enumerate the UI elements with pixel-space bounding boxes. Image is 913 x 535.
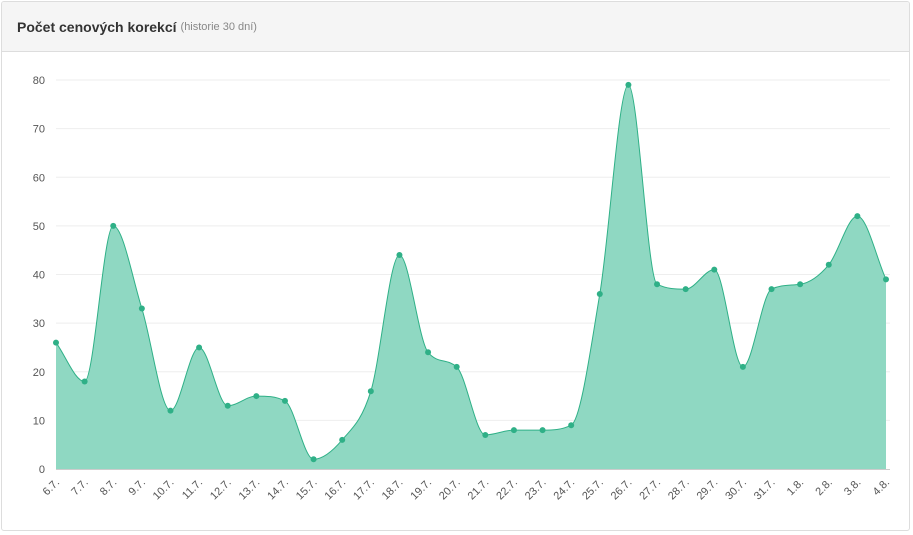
y-tick-label: 40 [33, 270, 45, 282]
x-tick-label: 4.8. [871, 477, 892, 498]
x-tick-label: 15.7. [294, 477, 320, 503]
data-point-11-7[interactable] [196, 344, 203, 351]
x-tick-label: 23.7. [523, 477, 549, 503]
panel-title: Počet cenových korekcí [17, 18, 177, 35]
x-tick-label: 11.7. [180, 477, 205, 502]
data-point-22-7[interactable] [510, 427, 517, 434]
x-tick-label: 16.7. [323, 477, 349, 503]
x-tick-label: 13.7. [237, 477, 263, 503]
x-tick-label: 2.8. [813, 477, 834, 498]
y-tick-label: 0 [39, 464, 45, 476]
x-tick-label: 6.7. [41, 477, 62, 498]
x-tick-label: 24.7. [552, 477, 578, 503]
x-tick-label: 8.7. [98, 477, 119, 498]
data-point-2-8[interactable] [825, 261, 832, 268]
data-point-1-8[interactable] [797, 281, 804, 288]
data-point-18-7[interactable] [396, 252, 403, 259]
x-tick-label: 1.8. [785, 477, 806, 498]
area-fill [56, 84, 886, 470]
data-point-21-7[interactable] [482, 431, 489, 438]
data-point-28-7[interactable] [682, 286, 689, 293]
y-tick-label: 60 [33, 172, 45, 184]
data-point-29-7[interactable] [711, 266, 718, 273]
chart-panel: Počet cenových korekcí (historie 30 dní)… [1, 1, 910, 531]
data-point-30-7[interactable] [739, 363, 746, 370]
x-tick-label: 27.7. [637, 477, 663, 503]
x-tick-label: 3.8. [842, 477, 863, 498]
x-tick-label: 19.7. [408, 477, 434, 503]
y-tick-label: 10 [33, 415, 45, 427]
data-point-24-7[interactable] [568, 422, 575, 429]
x-tick-label: 14.7. [265, 477, 291, 503]
data-point-8-7[interactable] [110, 222, 117, 229]
x-tick-label: 22.7. [494, 477, 520, 503]
x-tick-label: 28.7. [666, 477, 692, 503]
data-point-12-7[interactable] [224, 402, 231, 409]
y-tick-label: 80 [33, 75, 45, 87]
x-tick-label: 10.7. [151, 477, 177, 503]
x-tick-label: 30.7. [723, 477, 749, 503]
data-point-10-7[interactable] [167, 407, 174, 414]
x-tick-label: 21.7. [466, 477, 492, 503]
y-axis-labels: 0 10 20 30 40 50 60 70 80 [33, 75, 45, 476]
chart-area: 0 10 20 30 40 50 60 70 80 6.7. 7.7. 8.7. 9.7. 10.7. 1… [2, 52, 909, 530]
data-point-19-7[interactable] [425, 349, 432, 356]
data-point-27-7[interactable] [654, 281, 661, 288]
x-tick-label: 26.7. [609, 477, 635, 503]
x-tick-label: 18.7. [380, 477, 406, 503]
x-tick-label: 7.7. [69, 477, 90, 498]
area-chart: 01020304050607080 6.7. 7.7. 8.7. 9.7. 10.7. 1… [33, 75, 892, 503]
data-point-3-8[interactable] [854, 213, 861, 220]
data-point-25-7[interactable] [596, 290, 603, 297]
x-tick-label: 20.7. [437, 477, 463, 503]
x-axis-labels: 6.7. 7.7. 8.7. 9.7. 10.7. 11.7. 12.7. 13.7. 14.7… [41, 477, 892, 503]
data-point-26-7[interactable] [625, 81, 632, 88]
x-tick-label: 29.7. [695, 477, 721, 503]
data-point-9-7[interactable] [138, 305, 145, 312]
x-tick-label: 17.7. [351, 477, 377, 503]
data-point-16-7[interactable] [339, 436, 346, 443]
panel-subtitle: (historie 30 dní) [180, 20, 257, 33]
y-tick-label: 30 [33, 318, 45, 330]
data-point-7-7[interactable] [81, 378, 88, 385]
data-point-14-7[interactable] [281, 397, 288, 404]
y-tick-label: 50 [33, 221, 45, 233]
data-point-23-7[interactable] [539, 427, 546, 434]
data-point-20-7[interactable] [453, 363, 460, 370]
x-tick-label: 12.7. [208, 477, 234, 503]
data-point-15-7[interactable] [310, 456, 317, 463]
y-tick-label: 20 [33, 367, 45, 379]
data-point-13-7[interactable] [253, 393, 260, 400]
data-point-31-7[interactable] [768, 286, 775, 293]
data-point-17-7[interactable] [367, 388, 374, 395]
data-point-4-8[interactable] [883, 276, 889, 283]
data-point-6-7[interactable] [53, 339, 59, 346]
x-tick-label: 25.7. [580, 477, 606, 503]
y-tick-label: 70 [33, 124, 45, 136]
x-tick-label: 31.7. [752, 477, 778, 503]
x-tick-label: 9.7. [127, 477, 148, 498]
panel-header: Počet cenových korekcí (historie 30 dní) [2, 2, 909, 52]
